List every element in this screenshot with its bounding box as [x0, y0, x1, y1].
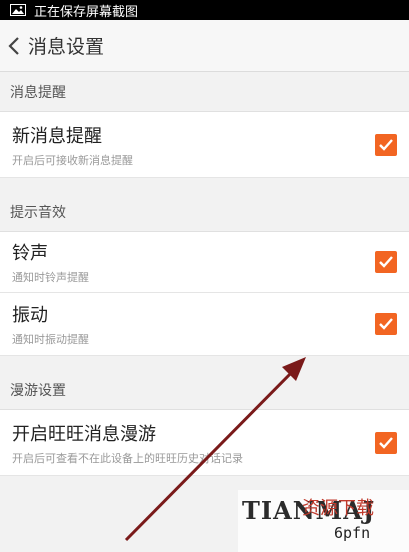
new-message-checkbox[interactable] — [375, 133, 397, 156]
watermark-logo: TIANMAJ 资源下载 6pfn — [238, 490, 409, 552]
section-header-message-reminder: 消息提醒 — [0, 72, 409, 112]
status-bar: 正在保存屏幕截图 — [0, 0, 409, 20]
setting-desc: 通知时铃声提醒 — [12, 271, 89, 284]
checkmark-icon — [379, 256, 393, 268]
setting-item-roaming[interactable]: 开启旺旺消息漫游 开启后可查看不在此设备上的旺旺历史对话记录 — [0, 410, 409, 476]
checkmark-icon — [379, 138, 393, 151]
watermark-cn-text: 资源下载 — [302, 498, 374, 519]
ringtone-checkbox[interactable] — [375, 251, 397, 273]
roaming-checkbox[interactable] — [375, 431, 397, 454]
checkmark-icon — [379, 318, 393, 330]
setting-desc: 通知时振动提醒 — [12, 333, 89, 346]
setting-item-new-message[interactable]: 新消息提醒 开启后可接收新消息提醒 — [0, 112, 409, 178]
setting-label: 铃声 — [12, 243, 48, 264]
chevron-left-icon[interactable] — [6, 34, 22, 58]
section-gap — [0, 178, 409, 192]
checkmark-icon — [379, 436, 393, 449]
status-text: 正在保存屏幕截图 — [34, 4, 139, 20]
setting-label: 新消息提醒 — [12, 125, 102, 147]
setting-item-vibrate[interactable]: 振动 通知时振动提醒 — [0, 293, 409, 356]
setting-item-ringtone[interactable]: 铃声 通知时铃声提醒 — [0, 232, 409, 293]
page-title: 消息设置 — [28, 36, 105, 58]
section-header-sound-effects: 提示音效 — [0, 192, 409, 232]
setting-label: 振动 — [12, 305, 48, 326]
section-header-roaming: 漫游设置 — [0, 370, 409, 410]
setting-desc: 开启后可查看不在此设备上的旺旺历史对话记录 — [12, 451, 243, 465]
setting-desc: 开启后可接收新消息提醒 — [12, 153, 133, 167]
vibrate-checkbox[interactable] — [375, 313, 397, 335]
section-gap — [0, 356, 409, 370]
watermark-url-text: 6pfn — [334, 524, 371, 542]
setting-label: 开启旺旺消息漫游 — [12, 423, 156, 445]
image-icon — [10, 4, 26, 16]
title-bar: 消息设置 — [0, 20, 409, 72]
